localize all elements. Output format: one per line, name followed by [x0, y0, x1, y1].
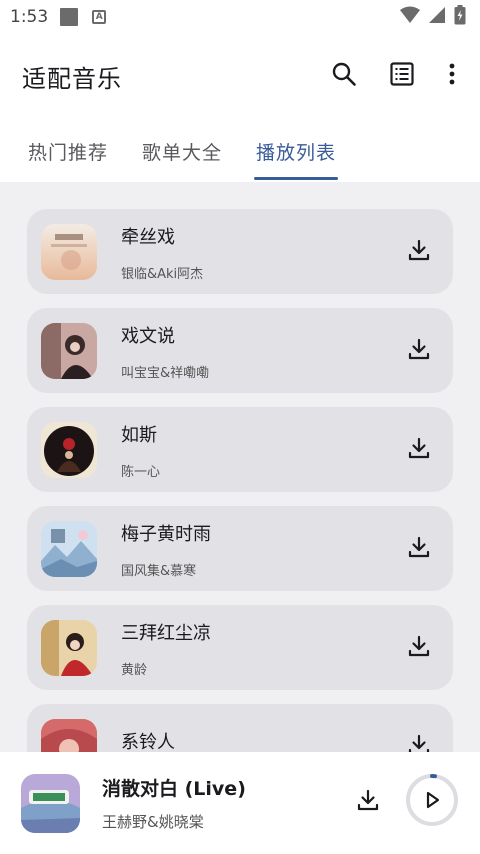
app-title: 适配音乐: [22, 64, 122, 93]
album-cover: [41, 223, 97, 280]
album-cover: [41, 322, 97, 379]
download-button[interactable]: [403, 533, 435, 565]
download-button[interactable]: [403, 236, 435, 268]
now-playing-download-button[interactable]: [352, 786, 384, 818]
song-list[interactable]: 牵丝戏 银临&Aki阿杰 戏文说 叫宝宝&祥嘞嘞 如斯 陈一心 梅子黄时雨 国风…: [0, 182, 480, 752]
status-time: 1:53: [10, 7, 49, 27]
list-icon: [390, 62, 414, 90]
song-artist: 黄龄: [121, 663, 148, 678]
list-item[interactable]: 梅子黄时雨 国风集&慕寒: [27, 506, 453, 591]
list-item[interactable]: 三拜红尘凉 黄龄: [27, 605, 453, 690]
album-cover: [41, 520, 97, 577]
list-view-button[interactable]: [380, 54, 424, 98]
list-item[interactable]: 如斯 陈一心: [27, 407, 453, 492]
now-playing-bar[interactable]: 消散对白 (Live) 王赫野&姚晓棠: [0, 752, 480, 854]
tab-bar: 热门推荐 歌单大全 播放列表: [0, 118, 480, 182]
download-icon: [407, 337, 431, 365]
tab-play-queue[interactable]: 播放列表: [254, 118, 339, 182]
song-title: 牵丝戏: [121, 227, 175, 248]
download-icon: [407, 733, 431, 752]
song-artist: 国风集&慕寒: [121, 564, 197, 579]
list-item[interactable]: 戏文说 叫宝宝&祥嘞嘞: [27, 308, 453, 393]
wifi-icon: [400, 6, 420, 28]
play-icon: [426, 791, 440, 809]
status-bar: 1:53 A: [0, 0, 480, 34]
download-icon: [407, 238, 431, 266]
battery-icon: [454, 5, 466, 29]
signal-icon: [428, 6, 446, 28]
song-title: 三拜红尘凉: [121, 623, 211, 644]
app-bar: 适配音乐: [0, 34, 480, 118]
list-item[interactable]: 系铃人: [27, 704, 453, 752]
download-icon: [407, 436, 431, 464]
notification-a-icon: A: [92, 10, 107, 24]
album-cover: [41, 619, 97, 676]
download-icon: [356, 788, 380, 816]
now-playing-cover: [21, 773, 80, 833]
now-playing-artist: 王赫野&姚晓棠: [102, 813, 204, 831]
download-button[interactable]: [403, 434, 435, 466]
download-button[interactable]: [403, 632, 435, 664]
album-cover: [41, 421, 97, 478]
tab-hot-recommend[interactable]: 热门推荐: [28, 118, 108, 182]
song-title: 梅子黄时雨: [121, 524, 211, 545]
download-icon: [407, 535, 431, 563]
now-playing-title: 消散对白 (Live): [102, 778, 246, 800]
list-item[interactable]: 牵丝戏 银临&Aki阿杰: [27, 209, 453, 294]
progress-track: [406, 774, 458, 826]
more-options-button[interactable]: [438, 54, 466, 98]
search-button[interactable]: [322, 54, 366, 98]
download-button[interactable]: [403, 335, 435, 367]
song-title: 系铃人: [121, 731, 175, 753]
album-cover: [41, 718, 97, 752]
song-artist: 叫宝宝&祥嘞嘞: [121, 366, 210, 381]
download-button[interactable]: [403, 731, 435, 752]
song-artist: 银临&Aki阿杰: [121, 267, 204, 282]
play-button[interactable]: [405, 773, 459, 827]
more-vert-icon: [449, 63, 455, 89]
notification-square-icon: [60, 8, 79, 26]
song-artist: 陈一心: [121, 465, 161, 480]
song-title: 如斯: [121, 425, 157, 446]
search-icon: [331, 61, 357, 91]
song-title: 戏文说: [121, 326, 175, 347]
download-icon: [407, 634, 431, 662]
tab-playlist-collection[interactable]: 歌单大全: [142, 118, 222, 182]
